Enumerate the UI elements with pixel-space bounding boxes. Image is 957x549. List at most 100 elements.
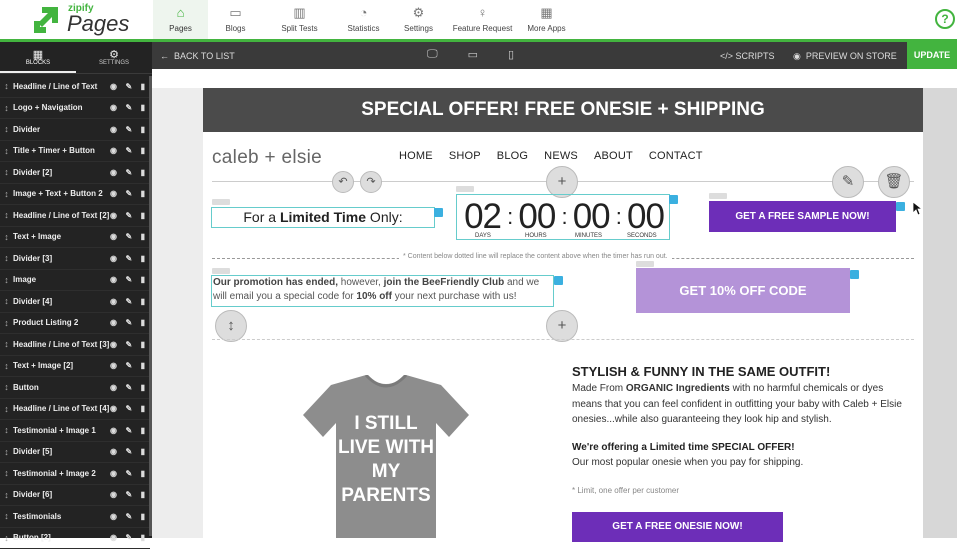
trash-icon[interactable]: ▮ <box>141 447 145 456</box>
pencil-icon[interactable]: ✎ <box>125 125 132 134</box>
nav-more-apps[interactable]: ▦More Apps <box>519 0 574 39</box>
eye-icon[interactable]: ◉ <box>110 426 117 435</box>
drag-handle-icon[interactable]: ↕ <box>0 382 13 392</box>
drag-handle-icon[interactable]: ↕ <box>0 124 13 134</box>
block-list-item[interactable]: ↕Headline / Line of Text [2]◉✎▮ <box>0 205 150 227</box>
block-list-item[interactable]: ↕Headline / Line of Text◉✎▮ <box>0 76 150 98</box>
drag-handle-icon[interactable]: ↕ <box>0 447 13 457</box>
promo-ended-text[interactable]: Our promotion has ended, however, join t… <box>211 275 554 307</box>
redo-button[interactable]: ↷ <box>360 171 382 193</box>
drag-handle-icon[interactable]: ↕ <box>0 361 13 371</box>
eye-icon[interactable]: ◉ <box>110 275 117 284</box>
eye-icon[interactable]: ◉ <box>110 490 117 499</box>
edit-badge-icon[interactable] <box>554 276 563 285</box>
trash-icon[interactable]: ▮ <box>141 189 145 198</box>
limited-time-text[interactable]: For a Limited Time Only: <box>211 207 435 228</box>
pencil-icon[interactable]: ✎ <box>125 103 132 112</box>
back-to-list-button[interactable]: ← BACK TO LIST <box>160 51 235 61</box>
edit-badge-icon[interactable] <box>434 208 443 217</box>
eye-icon[interactable]: ◉ <box>110 189 117 198</box>
offer-subtext[interactable]: Our most popular onesie when you pay for… <box>572 457 803 468</box>
limit-note[interactable]: * Limit, one offer per customer <box>572 486 679 495</box>
block-list-item[interactable]: ↕Divider [4]◉✎▮ <box>0 291 150 313</box>
block-list-item[interactable]: ↕Divider [5]◉✎▮ <box>0 442 150 464</box>
pencil-icon[interactable]: ✎ <box>125 404 132 413</box>
eye-icon[interactable]: ◉ <box>110 340 117 349</box>
drag-handle-icon[interactable]: ↕ <box>0 511 13 521</box>
store-nav-about[interactable]: ABOUT <box>594 150 633 162</box>
eye-icon[interactable]: ◉ <box>110 469 117 478</box>
eye-icon[interactable]: ◉ <box>110 146 117 155</box>
edit-badge-icon[interactable] <box>850 270 859 279</box>
pencil-icon[interactable]: ✎ <box>125 469 132 478</box>
pencil-icon[interactable]: ✎ <box>125 318 132 327</box>
trash-icon[interactable]: ▮ <box>141 404 145 413</box>
eye-icon[interactable]: ◉ <box>110 404 117 413</box>
resize-handle-button[interactable]: ↕ <box>215 310 247 342</box>
pencil-icon[interactable]: ✎ <box>125 340 132 349</box>
store-nav-blog[interactable]: BLOG <box>497 150 528 162</box>
pencil-icon[interactable]: ✎ <box>125 383 132 392</box>
eye-icon[interactable]: ◉ <box>110 211 117 220</box>
pencil-icon[interactable]: ✎ <box>125 189 132 198</box>
delete-block-button[interactable]: 🗑 <box>878 166 910 198</box>
drag-handle-icon[interactable]: ↕ <box>0 275 13 285</box>
mobile-icon[interactable]: ▯ <box>508 48 514 61</box>
nav-blogs[interactable]: ▭Blogs <box>208 0 263 39</box>
trash-icon[interactable]: ▮ <box>141 297 145 306</box>
offer-banner[interactable]: SPECIAL OFFER! FREE ONESIE + SHIPPING <box>203 88 923 132</box>
store-nav-contact[interactable]: CONTACT <box>649 150 703 162</box>
block-list-item[interactable]: ↕Divider [3]◉✎▮ <box>0 248 150 270</box>
block-list-item[interactable]: ↕Headline / Line of Text [3]◉✎▮ <box>0 334 150 356</box>
eye-icon[interactable]: ◉ <box>110 383 117 392</box>
add-block-button[interactable]: + <box>546 310 578 342</box>
pencil-icon[interactable]: ✎ <box>125 490 132 499</box>
tab-blocks[interactable]: ▦ BLOCKS <box>0 42 76 73</box>
drag-handle-icon[interactable]: ↕ <box>0 81 13 91</box>
block-list-item[interactable]: ↕Image◉✎▮ <box>0 270 150 292</box>
nav-feature-request[interactable]: ♀Feature Request <box>446 0 519 39</box>
preview-on-store-button[interactable]: ◉ PREVIEW ON STORE <box>793 51 897 62</box>
help-button[interactable]: ? <box>935 9 955 29</box>
block-list-item[interactable]: ↕Headline / Line of Text [4]◉✎▮ <box>0 399 150 421</box>
trash-icon[interactable]: ▮ <box>141 426 145 435</box>
offer-heading[interactable]: We're offering a Limited time SPECIAL OF… <box>572 442 795 453</box>
pencil-icon[interactable]: ✎ <box>125 146 132 155</box>
drag-handle-icon[interactable]: ↕ <box>0 210 13 220</box>
pencil-icon[interactable]: ✎ <box>125 297 132 306</box>
onesie-image[interactable]: I STILL LIVE WITH MY PARENTS <box>291 375 481 538</box>
store-nav-shop[interactable]: SHOP <box>449 150 481 162</box>
eye-icon[interactable]: ◉ <box>110 103 117 112</box>
trash-icon[interactable]: ▮ <box>141 103 145 112</box>
block-list-item[interactable]: ↕Title + Timer + Button◉✎▮ <box>0 141 150 163</box>
eye-icon[interactable]: ◉ <box>110 125 117 134</box>
block-list-item[interactable]: ↕Text + Image◉✎▮ <box>0 227 150 249</box>
trash-icon[interactable]: ▮ <box>141 361 145 370</box>
brand-logo-text[interactable]: caleb + elsie <box>212 147 322 169</box>
edit-block-button[interactable]: ✎ <box>832 166 864 198</box>
trash-icon[interactable]: ▮ <box>141 168 145 177</box>
block-list-item[interactable]: ↕Logo + Navigation◉✎▮ <box>0 98 150 120</box>
eye-icon[interactable]: ◉ <box>110 318 117 327</box>
drag-handle-icon[interactable]: ↕ <box>0 103 13 113</box>
trash-icon[interactable]: ▮ <box>141 512 145 521</box>
pencil-icon[interactable]: ✎ <box>125 447 132 456</box>
pencil-icon[interactable]: ✎ <box>125 82 132 91</box>
countdown-timer[interactable]: 02 : 00 : 00 : 00 DAYS HOURS MINUTES SEC… <box>456 194 670 240</box>
drag-handle-icon[interactable]: ↕ <box>0 339 13 349</box>
pencil-icon[interactable]: ✎ <box>125 211 132 220</box>
drag-handle-icon[interactable]: ↕ <box>0 167 13 177</box>
block-list-item[interactable]: ↕Button [2]◉✎▮ <box>0 528 150 549</box>
pencil-icon[interactable]: ✎ <box>125 232 132 241</box>
block-list-item[interactable]: ↕Image + Text + Button 2◉✎▮ <box>0 184 150 206</box>
element-handle[interactable] <box>212 268 230 274</box>
get-free-sample-button[interactable]: GET A FREE SAMPLE NOW! <box>709 201 896 232</box>
pencil-icon[interactable]: ✎ <box>125 254 132 263</box>
trash-icon[interactable]: ▮ <box>141 211 145 220</box>
product-description[interactable]: Made From ORGANIC Ingredients with no ha… <box>572 381 902 428</box>
pencil-icon[interactable]: ✎ <box>125 512 132 521</box>
block-list-item[interactable]: ↕Testimonial + Image 2◉✎▮ <box>0 463 150 485</box>
undo-button[interactable]: ↶ <box>332 171 354 193</box>
element-handle[interactable] <box>709 193 727 199</box>
nav-pages[interactable]: ⌂Pages <box>153 0 208 39</box>
